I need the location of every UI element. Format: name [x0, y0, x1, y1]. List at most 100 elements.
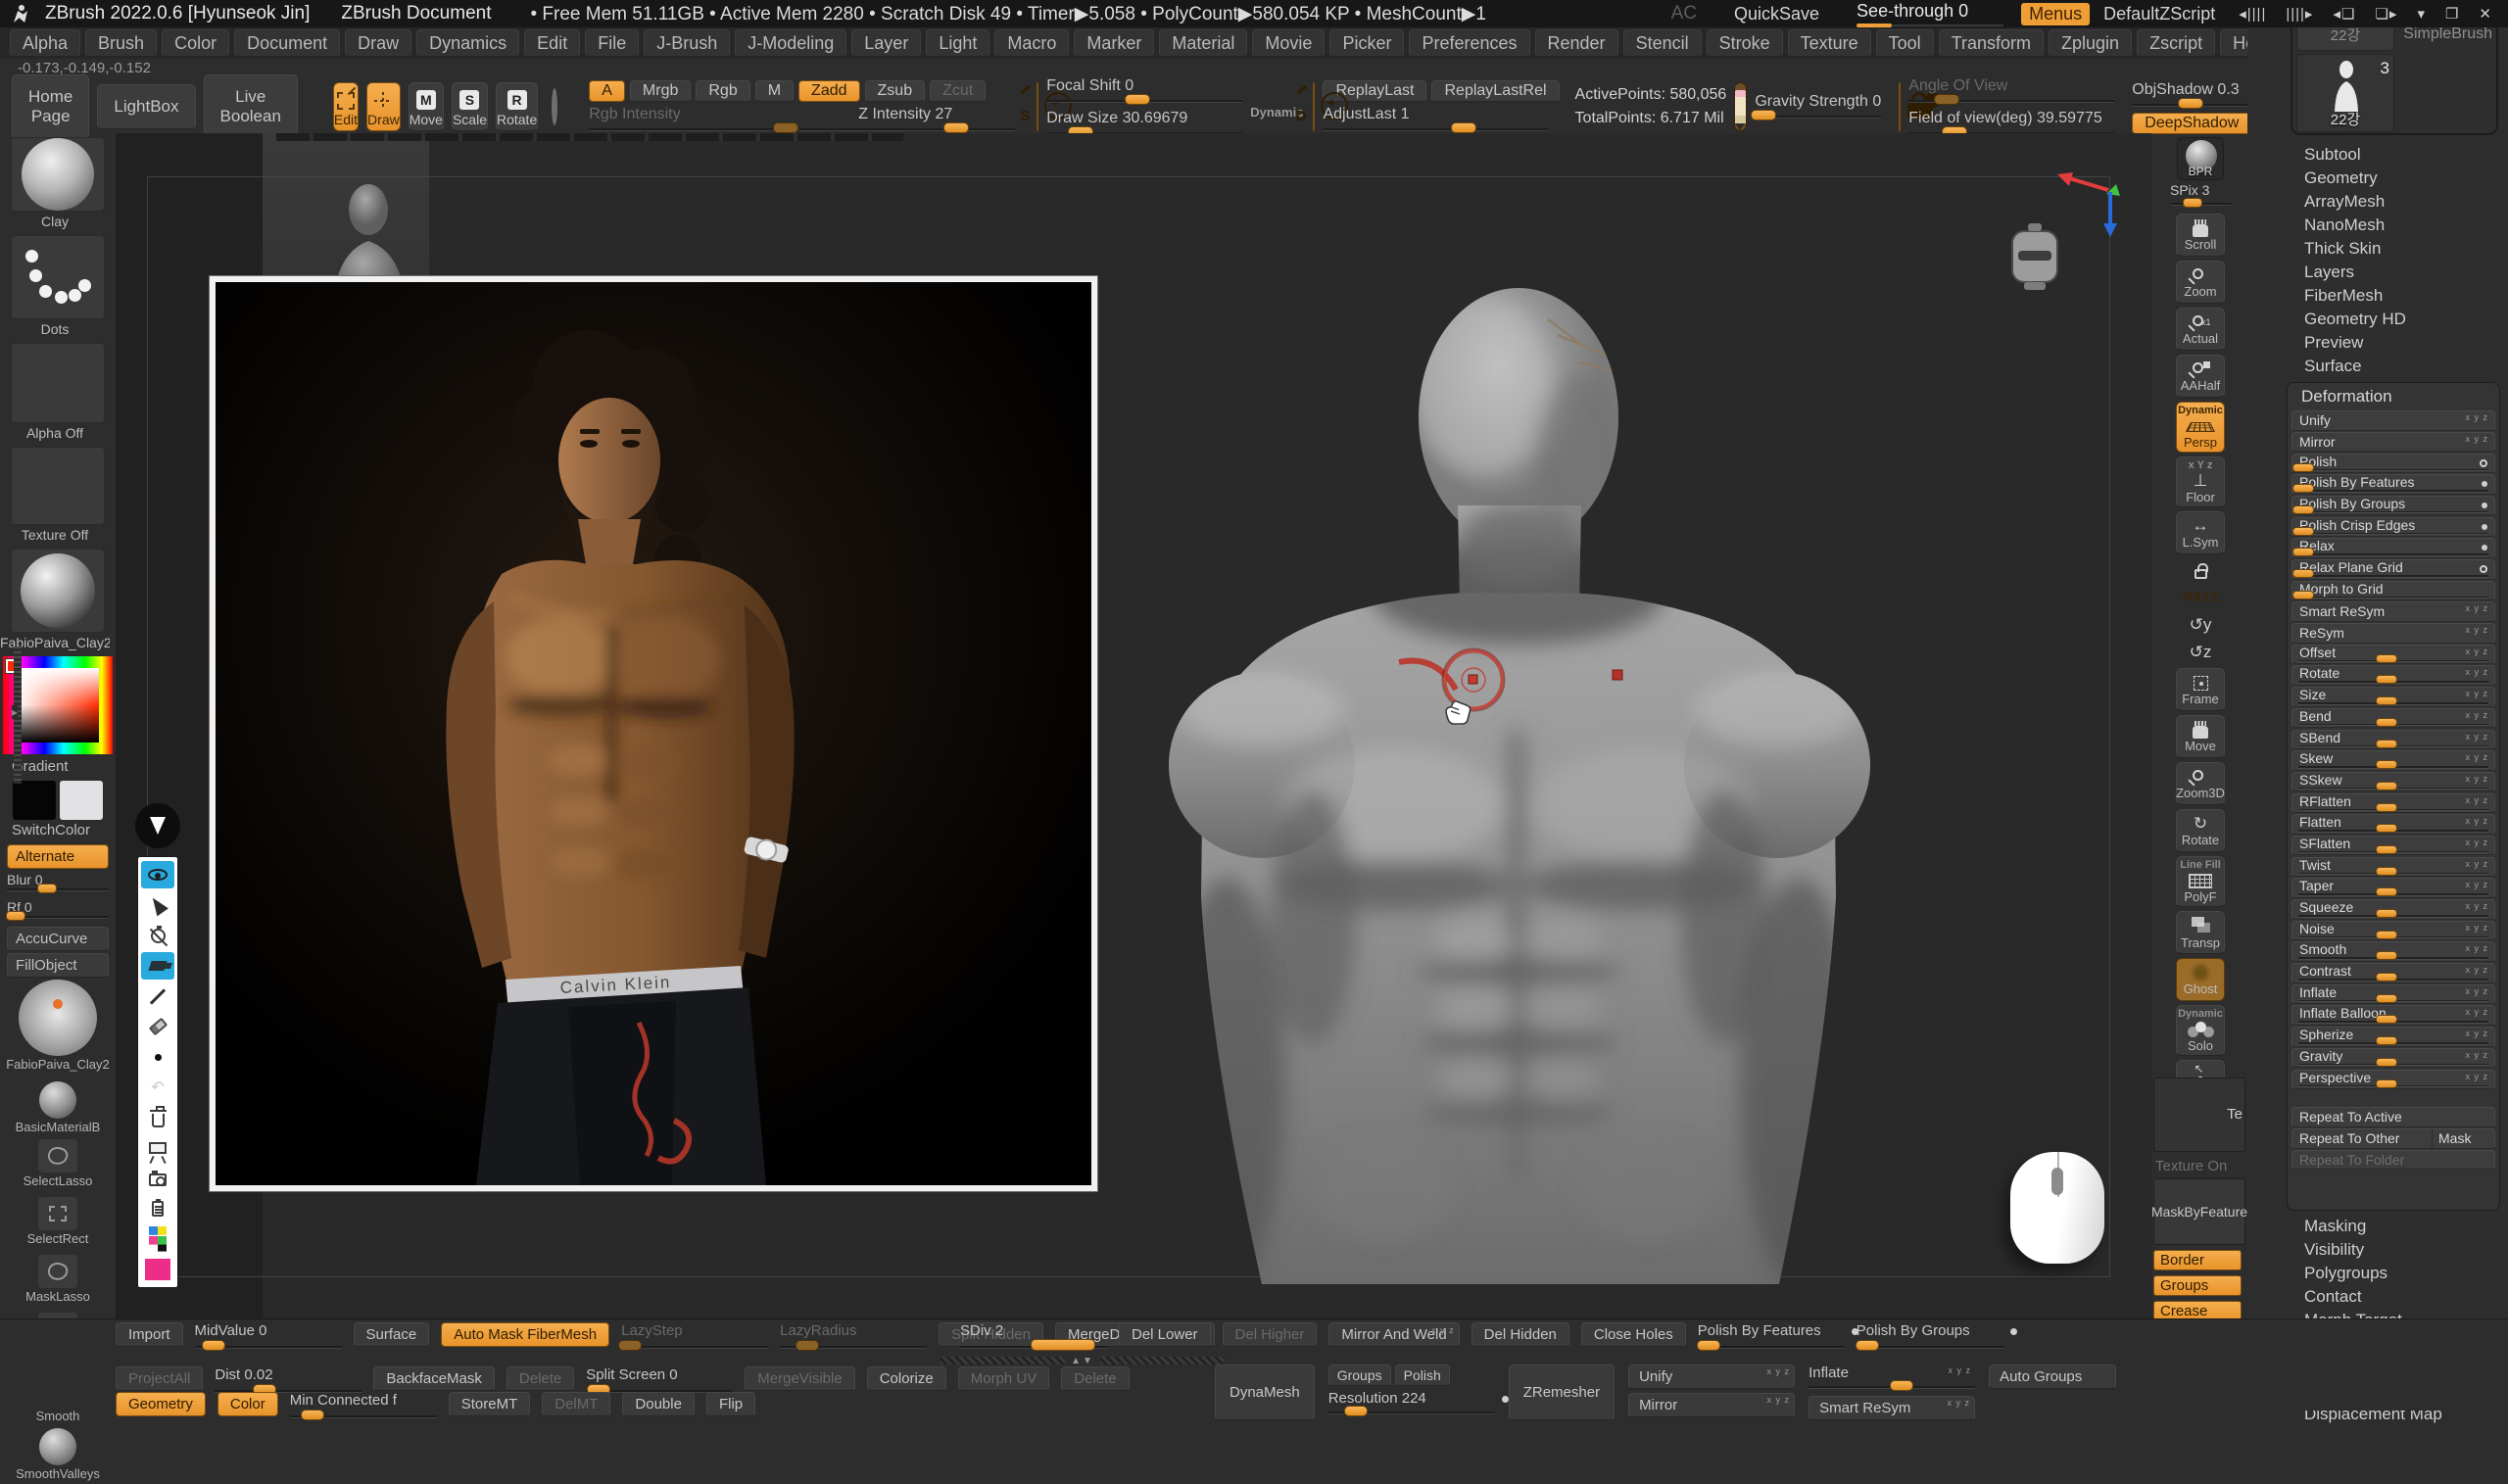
deformation-control[interactable]: Taper x y z: [2291, 878, 2495, 898]
quick-brush-item[interactable]: FabioPaiva_Clay2: [0, 980, 116, 1079]
zremesher-button[interactable]: ZRemesher: [1509, 1364, 1615, 1420]
toggle-indicator[interactable]: [2480, 1134, 2487, 1142]
right-toolbar-button[interactable]: ↻ Rotate: [2176, 809, 2225, 852]
deformation-control[interactable]: Squeeze x y z: [2291, 899, 2495, 920]
palette-section[interactable]: Surface: [2287, 355, 2502, 378]
deformation-control[interactable]: SBend x y z: [2291, 730, 2495, 750]
palette-section[interactable]: Thick Skin: [2287, 237, 2502, 261]
rgb-intensity-slider[interactable]: Rgb Intensity: [589, 105, 795, 134]
bottom-control[interactable]: Mirror And Weldx y z: [1328, 1322, 1459, 1347]
secondary-color-swatch[interactable]: [60, 781, 103, 820]
simple-brush-slot[interactable]: SimpleBrush: [2403, 18, 2492, 129]
quick-brush-item[interactable]: SelectLasso: [0, 1139, 116, 1195]
adjust-last-slider[interactable]: AdjustLast 1: [1323, 105, 1548, 134]
right-toolbar-button[interactable]: ↔ L.Sym: [2176, 511, 2225, 554]
menu-item[interactable]: Light: [926, 29, 989, 57]
deformation-control[interactable]: Spherize x y z: [2291, 1027, 2495, 1047]
bottom-control[interactable]: Colorize: [867, 1366, 946, 1391]
alternate-button[interactable]: Alternate: [7, 844, 109, 869]
palette-section[interactable]: Contact: [2287, 1285, 2502, 1309]
annotation-tool-button[interactable]: [141, 1043, 174, 1071]
mask-by-feature-box[interactable]: MaskByFeature: [2153, 1178, 2245, 1245]
angle-of-view-slider[interactable]: Angle Of View: [1908, 76, 2114, 106]
menu-item[interactable]: Stroke: [1707, 29, 1783, 57]
bottom-control[interactable]: MergeVisible: [745, 1366, 854, 1391]
toggle-indicator[interactable]: [2480, 650, 2487, 658]
deformation-control[interactable]: Offset x y z: [2291, 645, 2495, 665]
menu-item[interactable]: Picker: [1329, 29, 1404, 57]
resolution-slider[interactable]: Resolution 224: [1328, 1390, 1495, 1417]
deformation-title[interactable]: Deformation: [2288, 385, 2499, 409]
menu-item[interactable]: Render: [1535, 29, 1618, 57]
quick-brush-item[interactable]: SelectRect: [0, 1197, 116, 1253]
default-zscript-button[interactable]: DefaultZScript: [2103, 4, 2215, 24]
right-toolbar-button[interactable]: Ghost: [2176, 958, 2225, 1001]
deformation-control[interactable]: Inflate x y z: [2291, 984, 2495, 1005]
deformation-control[interactable]: Repeat To Active: [2291, 1107, 2495, 1127]
deformation-control[interactable]: RFlatten x y z: [2291, 793, 2495, 814]
toggle-indicator[interactable]: [2480, 969, 2487, 977]
sidebar-resize-handle[interactable]: [14, 646, 22, 784]
menu-item[interactable]: Brush: [85, 29, 157, 57]
deformation-control[interactable]: Noise x y z: [2291, 921, 2495, 941]
switch-color-swatches[interactable]: [0, 781, 116, 820]
annotation-tool-button[interactable]: [141, 1225, 174, 1253]
groups-mini-button[interactable]: Groups: [1328, 1364, 1391, 1386]
deformation-control[interactable]: Relax: [2291, 538, 2495, 558]
menu-item[interactable]: Marker: [1074, 29, 1154, 57]
deformation-control[interactable]: Repeat To Other Mask: [2291, 1128, 2495, 1149]
deformation-control[interactable]: ReSym x y z: [2291, 623, 2495, 644]
right-toolbar-button[interactable]: Actual: [2176, 308, 2225, 351]
palette-section[interactable]: Layers: [2287, 261, 2502, 284]
alpha-selector-icon[interactable]: [552, 88, 557, 125]
toggle-indicator[interactable]: [2480, 885, 2487, 892]
toggle-indicator[interactable]: [2480, 714, 2487, 722]
palette-section[interactable]: Polygroups: [2287, 1262, 2502, 1285]
annotation-tool-button[interactable]: [141, 1256, 174, 1283]
texture-thumb-box[interactable]: Te: [2153, 1077, 2245, 1152]
toggle-indicator[interactable]: [2480, 565, 2487, 573]
deformation-control[interactable]: Polish By Groups: [2291, 496, 2495, 516]
toggle-indicator[interactable]: [2480, 863, 2487, 871]
annotation-tool-button[interactable]: [141, 1134, 174, 1162]
texture-on-label[interactable]: Texture On: [2155, 1158, 2247, 1174]
right-toolbar-button[interactable]: ↺XYZ: [2179, 586, 2222, 609]
deformation-control[interactable]: Morph to Grid: [2291, 581, 2495, 601]
toggle-indicator[interactable]: [2482, 503, 2487, 508]
deformation-control[interactable]: Mirror x y z: [2291, 432, 2495, 453]
alpha-thumb[interactable]: [11, 343, 105, 423]
toggle-indicator[interactable]: [2480, 1012, 2487, 1020]
window-control-icon[interactable]: ❐: [2445, 5, 2459, 23]
dynamesh-button[interactable]: DynaMesh: [1215, 1364, 1315, 1420]
toggle-indicator[interactable]: [2480, 905, 2487, 913]
toggle-indicator[interactable]: [2480, 608, 2487, 616]
bottom-control[interactable]: Import: [116, 1322, 183, 1347]
inflate-slider[interactable]: Inflatex y z: [1809, 1364, 1975, 1392]
camera-icon[interactable]: [1899, 82, 1901, 131]
deformation-control[interactable]: [2291, 1090, 2495, 1106]
bottom-control[interactable]: LazyRadius: [780, 1322, 927, 1352]
deformation-control[interactable]: Bend x y z: [2291, 708, 2495, 729]
mirror-button[interactable]: Mirrorx y z: [1628, 1393, 1795, 1417]
menu-item[interactable]: Color: [162, 29, 229, 57]
toggle-indicator[interactable]: [2482, 524, 2487, 530]
menu-item[interactable]: Document: [234, 29, 340, 57]
toggle-indicator[interactable]: [2480, 799, 2487, 807]
deformation-control[interactable]: Size x y z: [2291, 687, 2495, 707]
deformation-control[interactable]: Polish By Features: [2291, 474, 2495, 495]
material-thumb[interactable]: [11, 549, 105, 633]
z-intensity-slider[interactable]: Z Intensity 27: [799, 105, 1015, 134]
palette-section[interactable]: Visibility: [2287, 1238, 2502, 1262]
bottom-control[interactable]: Auto Mask FiberMesh: [441, 1322, 609, 1347]
right-toolbar-button[interactable]: [2179, 558, 2222, 582]
palette-section[interactable]: Preview: [2287, 331, 2502, 355]
menu-item[interactable]: Stencil: [1623, 29, 1702, 57]
bottom-control[interactable]: ProjectAll: [116, 1366, 203, 1391]
m-button[interactable]: M: [755, 80, 794, 102]
bottom-control[interactable]: Flip: [706, 1392, 755, 1416]
annotation-tool-button[interactable]: [141, 922, 174, 949]
right-toolbar-button[interactable]: AAHalf: [2176, 355, 2225, 398]
palette-section[interactable]: Masking: [2287, 1215, 2502, 1238]
toggle-indicator[interactable]: [2480, 438, 2487, 446]
right-toolbar-button[interactable]: ↺z: [2179, 641, 2222, 664]
